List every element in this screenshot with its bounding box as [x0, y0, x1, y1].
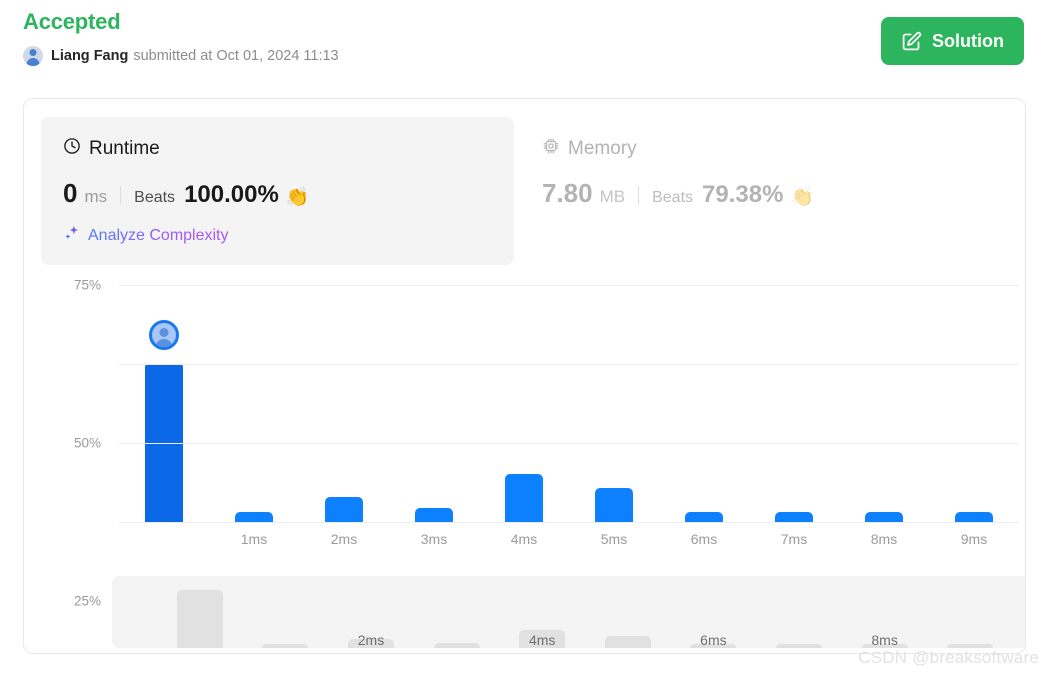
user-avatar-marker[interactable] — [149, 320, 179, 350]
minimap-bar-slot[interactable]: 4ms — [499, 586, 585, 648]
minimap-bar — [775, 644, 822, 648]
solution-button-label: Solution — [932, 30, 1004, 51]
runtime-header: Runtime — [63, 137, 492, 161]
minimap-bar — [262, 644, 309, 648]
chart-bar-slot[interactable]: 4ms — [479, 285, 569, 547]
memory-values: 7.80 MB Beats 79.38% 👏 — [542, 179, 965, 209]
minimap-tick-label: 4ms — [528, 632, 556, 648]
minimap-bar-slot[interactable]: 2ms — [328, 586, 414, 648]
minimap-bar-slot[interactable] — [414, 586, 500, 648]
x-axis-tick-label: 6ms — [690, 531, 718, 547]
chart-plot-area: 1ms 2ms 3ms 4ms 5ms 6ms 7ms 8ms 9ms 0% 25% 50% 75% — [74, 278, 1019, 609]
chart-bar-slot[interactable] — [119, 285, 209, 522]
metric-tabs: Runtime 0 ms Beats 100.00% 👏 Analyze Com… — [41, 117, 987, 265]
memory-header: Memory — [542, 137, 965, 161]
memory-chip-icon — [542, 137, 560, 161]
x-axis-tick-label: 8ms — [870, 531, 898, 547]
edit-square-icon — [901, 31, 922, 52]
minimap-bar-slot[interactable] — [927, 586, 1013, 648]
chart-bar[interactable] — [865, 511, 903, 522]
minimap-bar-slot[interactable] — [756, 586, 842, 648]
chart-bar-slot[interactable]: 6ms — [659, 285, 749, 547]
y-axis-tick-label: 50% — [73, 435, 101, 451]
minimap-bar-slot[interactable] — [585, 586, 671, 648]
submission-header: Accepted Liang Fang submitted at Oct 01,… — [23, 8, 1028, 90]
clapping-hands-emoji: 👏 — [790, 187, 815, 208]
minimap-bar-slot[interactable] — [243, 586, 329, 648]
chart-bar[interactable] — [775, 511, 813, 522]
minimap-tick-label: 2ms — [357, 632, 385, 648]
x-axis-tick-label: 7ms — [780, 531, 808, 547]
x-axis-tick-label: 5ms — [600, 531, 628, 547]
minimap-bar — [433, 642, 480, 648]
divider — [120, 186, 122, 204]
runtime-beats-label: Beats — [134, 189, 176, 206]
chart-bar[interactable] — [505, 473, 543, 522]
chart-bar[interactable] — [955, 511, 993, 522]
minimap-bar-slot[interactable]: 8ms — [842, 586, 928, 648]
chart-bar[interactable] — [415, 508, 453, 522]
metric-tab-memory[interactable]: Memory 7.80 MB Beats 79.38% 👏 — [514, 117, 987, 227]
submission-result-card: Runtime 0 ms Beats 100.00% 👏 Analyze Com… — [23, 98, 1026, 654]
submission-timestamp: submitted at Oct 01, 2024 11:13 — [133, 48, 339, 64]
x-axis-tick-label: 3ms — [420, 531, 448, 547]
x-axis-tick-label: 4ms — [510, 531, 538, 547]
minimap-bar-slot[interactable] — [157, 586, 243, 648]
memory-beats-value: 79.38% — [702, 181, 784, 208]
chart-minimap-brush[interactable]: 2ms 4ms 6ms 8ms — [112, 576, 1025, 648]
chart-bar[interactable] — [595, 488, 633, 522]
chart-bar[interactable] — [235, 511, 273, 522]
submitter-name[interactable]: Liang Fang — [51, 48, 128, 64]
minimap-bar — [176, 590, 223, 648]
clock-icon — [63, 137, 81, 161]
minimap-tick-label: 6ms — [700, 632, 727, 648]
runtime-values: 0 ms Beats 100.00% 👏 — [63, 179, 492, 209]
y-axis-tick-label: 25% — [73, 593, 101, 609]
memory-value: 7.80 — [542, 178, 593, 208]
chart-bars: 1ms 2ms 3ms 4ms 5ms 6ms 7ms 8ms 9ms — [119, 285, 1019, 547]
runtime-beats-value: 100.00% — [184, 181, 279, 208]
minimap-bar — [947, 644, 994, 648]
distribution-chart: 1ms2ms3ms4ms5ms6ms7ms8ms9ms 0%25%50%75% … — [24, 269, 1025, 653]
divider — [638, 186, 640, 204]
chart-bar[interactable] — [325, 497, 363, 522]
chart-bar-slot[interactable]: 8ms — [839, 285, 929, 547]
memory-label: Memory — [568, 138, 637, 159]
chart-bar-slot[interactable]: 1ms — [209, 285, 299, 547]
analyze-complexity-link[interactable]: Analyze Complexity — [63, 224, 492, 247]
chart-bar-slot[interactable]: 3ms — [389, 285, 479, 547]
chart-bar-slot[interactable]: 7ms — [749, 285, 839, 547]
memory-beats-label: Beats — [652, 189, 694, 206]
x-axis-tick-label: 9ms — [960, 531, 988, 547]
clapping-hands-emoji: 👏 — [285, 187, 310, 208]
runtime-label: Runtime — [89, 138, 160, 159]
chart-bar-slot[interactable]: 9ms — [929, 285, 1019, 547]
minimap-bars: 2ms 4ms 6ms 8ms — [157, 586, 1013, 648]
runtime-unit: ms — [84, 187, 108, 206]
memory-unit: MB — [599, 187, 626, 206]
solution-button[interactable]: Solution — [881, 17, 1024, 65]
runtime-value: 0 — [63, 178, 78, 208]
gridline: 25% — [74, 443, 1019, 609]
submitter-row: Liang Fang submitted at Oct 01, 2024 11:… — [23, 46, 1028, 66]
x-axis-tick-label: 1ms — [240, 531, 268, 547]
submission-status: Accepted — [23, 9, 121, 34]
chart-bar[interactable] — [685, 511, 723, 522]
chart-bar-slot[interactable]: 2ms — [299, 285, 389, 547]
sparkles-icon — [63, 224, 81, 247]
minimap-tick-label: 8ms — [871, 632, 898, 648]
gridline: 75% — [74, 278, 1019, 293]
metric-tab-runtime[interactable]: Runtime 0 ms Beats 100.00% 👏 Analyze Com… — [41, 117, 514, 265]
y-axis-tick-label: 75% — [73, 277, 101, 293]
gridline: 50% — [74, 364, 1019, 451]
user-avatar-icon — [23, 46, 43, 66]
analyze-complexity-label: Analyze Complexity — [88, 226, 229, 244]
x-axis-tick-label: 2ms — [330, 531, 358, 547]
minimap-bar — [604, 635, 651, 648]
minimap-bar-slot[interactable]: 6ms — [671, 586, 757, 648]
chart-bar-slot[interactable]: 5ms — [569, 285, 659, 547]
gridline: 0% — [119, 522, 1019, 523]
